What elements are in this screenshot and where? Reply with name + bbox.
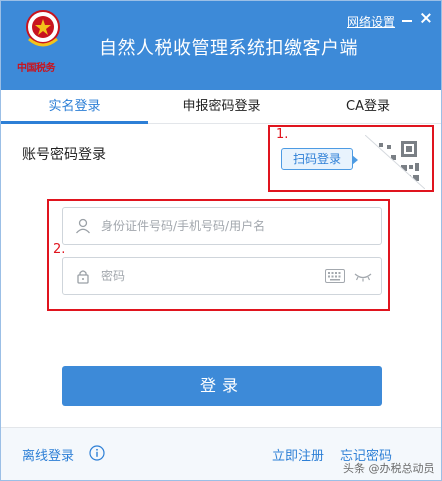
annotation-marker-1: 1. (276, 127, 289, 142)
tax-emblem-icon (26, 10, 60, 47)
minimize-icon[interactable] (402, 13, 412, 23)
user-icon (76, 218, 90, 234)
tab-ca-login[interactable]: CA登录 (295, 90, 441, 124)
emblem-text: 中国税务 (17, 63, 56, 74)
login-window: 中国税务 自然人税收管理系统扣缴客户端 网络设置 实名登录 申报密码登录 CA登… (0, 0, 442, 481)
network-settings-link[interactable]: 网络设置 (347, 13, 395, 30)
username-field (62, 207, 382, 245)
footer-bar: 离线登录 立即注册 忘记密码 头条 @办税总动员 (1, 427, 441, 480)
lock-icon (77, 270, 89, 284)
section-title: 账号密码登录 (22, 147, 106, 163)
active-tab-indicator (1, 121, 148, 124)
offline-login-link[interactable]: 离线登录 (22, 445, 74, 464)
qr-code-icon[interactable] (365, 135, 425, 189)
tab-declaration-password-login[interactable]: 申报密码登录 (148, 90, 295, 124)
login-button[interactable]: 登录 (62, 366, 382, 406)
password-field (62, 257, 382, 295)
watermark: 头条 @办税总动员 (343, 462, 435, 475)
tab-real-name-login[interactable]: 实名登录 (1, 90, 148, 124)
register-link[interactable]: 立即注册 (272, 445, 324, 464)
close-icon[interactable] (420, 12, 432, 24)
app-title: 自然人税收管理系统扣缴客户端 (99, 38, 358, 59)
info-icon[interactable] (89, 445, 105, 461)
login-tabs: 实名登录 申报密码登录 CA登录 (1, 90, 441, 124)
header-bar: 中国税务 自然人税收管理系统扣缴客户端 网络设置 (1, 1, 441, 90)
eye-closed-icon[interactable] (354, 270, 372, 282)
keyboard-icon[interactable] (325, 269, 345, 283)
password-input[interactable] (101, 266, 341, 286)
username-input[interactable] (101, 216, 341, 236)
scan-login-button[interactable]: 扫码登录 (281, 148, 358, 170)
